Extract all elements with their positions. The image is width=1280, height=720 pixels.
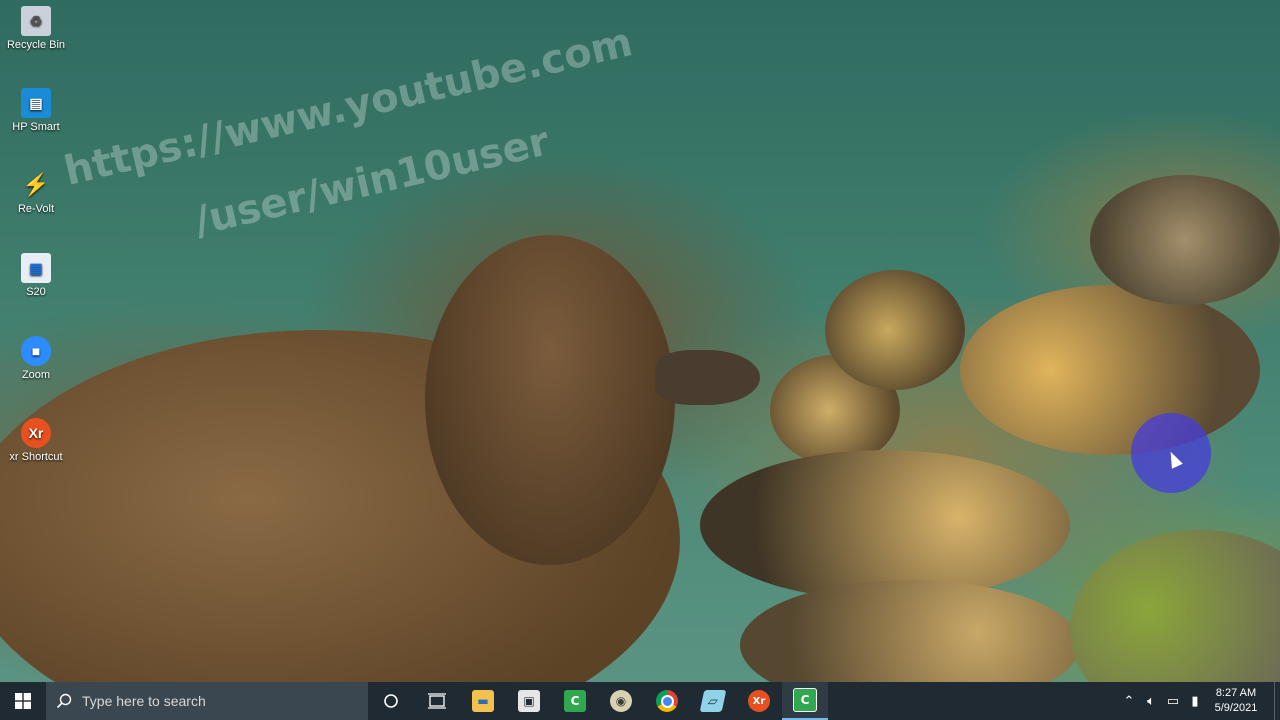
battery-icon[interactable]: ▮ (1184, 693, 1206, 709)
taskbar-app-camtasia-active[interactable]: C (782, 682, 828, 720)
store-icon: ▣ (518, 690, 540, 712)
desktop-icon-label: xr Shortcut (9, 451, 63, 463)
hp-smart-icon: ▤ (21, 88, 51, 118)
recycle-bin-icon: ♻ (21, 6, 51, 36)
camtasia-icon: C (564, 690, 586, 712)
zoom-icon: ■ (21, 336, 51, 366)
desktop-wallpaper: https://www.youtube.com /user/win10user (0, 0, 1280, 682)
search-placeholder: Type here to search (82, 693, 206, 709)
desktop-icon-xr-shortcut[interactable]: Xr xr Shortcut (4, 418, 68, 463)
taskbar-app-file-explorer[interactable]: ▬ (460, 682, 506, 720)
chrome-icon (656, 690, 678, 712)
xr-icon: Xr (748, 690, 770, 712)
wallpaper-mossy-rock (1070, 530, 1280, 682)
desktop-icon-label: Re-Volt (17, 203, 55, 215)
clock-date: 5/9/2021 (1214, 702, 1258, 714)
taskbar-clock[interactable]: 8:27 AM 5/9/2021 (1206, 686, 1266, 716)
wallpaper-duckling-4 (1090, 175, 1280, 305)
windows-logo-icon (15, 693, 31, 709)
show-desktop-button[interactable] (1274, 682, 1280, 720)
network-icon[interactable]: ▭ (1162, 693, 1184, 709)
folder-icon: ▬ (472, 690, 494, 712)
taskbar: Type here to search ▬ ▣ C ◉ ▱ Xr C ⌃ 🔈︎ (0, 682, 1280, 720)
cortana-button[interactable] (368, 682, 414, 720)
desktop-icon-recycle-bin[interactable]: ♻ Recycle Bin (4, 6, 68, 51)
desktop-icon-s20[interactable]: ▦ S20 (4, 253, 68, 298)
start-button[interactable] (0, 682, 46, 720)
desktop-icon-label: Recycle Bin (6, 39, 66, 51)
desktop-icon-label: HP Smart (12, 121, 60, 133)
wallpaper-mother-duck-head (425, 235, 675, 565)
eye-icon: ◉ (610, 690, 632, 712)
camtasia-active-icon: C (793, 688, 817, 712)
cortana-circle-icon (384, 694, 398, 708)
desktop-icon-hp-smart[interactable]: ▤ HP Smart (4, 88, 68, 133)
wallpaper-duckling-2 (825, 270, 965, 390)
show-hidden-icons-chevron-up-icon[interactable]: ⌃ (1118, 693, 1140, 709)
wallpaper-mother-duck-bill (655, 350, 760, 405)
clock-time: 8:27 AM (1215, 687, 1257, 699)
desktop-icon-label: Zoom (21, 369, 51, 381)
taskbar-app-xr-shortcut[interactable]: Xr (736, 682, 782, 720)
taskbar-app-notepad[interactable]: ▱ (690, 682, 736, 720)
search-icon (56, 693, 72, 709)
taskbar-app-microsoft-store[interactable]: ▣ (506, 682, 552, 720)
s20-icon: ▦ (21, 253, 51, 283)
wallpaper-duckling-3 (960, 285, 1260, 455)
wallpaper-duckling-6 (740, 580, 1080, 682)
task-view-button[interactable] (414, 682, 460, 720)
notepad-icon: ▱ (699, 690, 727, 712)
system-tray: ⌃ 🔈︎ ▭ ▮ 8:27 AM 5/9/2021 (1118, 682, 1280, 720)
desktop-icon-zoom[interactable]: ■ Zoom (4, 336, 68, 381)
xr-shortcut-icon: Xr (21, 418, 51, 448)
wallpaper-duckling-5 (700, 450, 1070, 600)
speaker-volume-icon[interactable]: 🔈︎ (1140, 693, 1162, 709)
taskbar-app-camtasia[interactable]: C (552, 682, 598, 720)
taskbar-app-chrome[interactable] (644, 682, 690, 720)
taskbar-search-box[interactable]: Type here to search (46, 682, 368, 720)
taskbar-app-xr-viewer[interactable]: ◉ (598, 682, 644, 720)
desktop-icon-re-volt[interactable]: ⚡ Re-Volt (4, 170, 68, 215)
desktop-icon-label: S20 (26, 286, 46, 298)
task-view-icon (428, 693, 446, 709)
re-volt-icon: ⚡ (22, 172, 50, 197)
